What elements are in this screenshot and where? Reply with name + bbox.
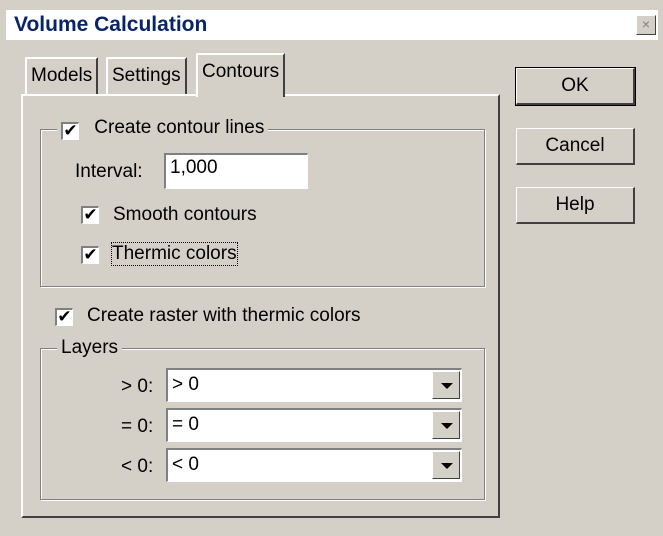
create-raster-checkbox[interactable]: ✔ bbox=[55, 308, 73, 326]
chevron-down-icon[interactable] bbox=[432, 371, 460, 399]
chevron-down-icon[interactable] bbox=[432, 451, 460, 479]
create-raster-label: Create raster with thermic colors bbox=[87, 305, 361, 326]
volume-calculation-dialog: Volume Calculation × Models Settings Con… bbox=[0, 0, 663, 536]
help-button[interactable]: Help bbox=[516, 187, 635, 224]
layer-eq-select[interactable]: = 0 bbox=[166, 408, 462, 442]
tab-contours-label: Contours bbox=[202, 61, 280, 82]
title-bar: Volume Calculation × bbox=[6, 10, 658, 40]
tab-settings[interactable]: Settings bbox=[106, 57, 187, 94]
contours-tab-panel: ✔ Create contour lines Interval: 1,000 ✔… bbox=[21, 94, 500, 518]
layer-lt-value: < 0 bbox=[172, 454, 199, 475]
smooth-contours-label: Smooth contours bbox=[113, 204, 257, 225]
tab-models[interactable]: Models bbox=[25, 57, 99, 94]
tab-contours[interactable]: Contours bbox=[196, 53, 286, 97]
layer-gt-value: > 0 bbox=[172, 374, 199, 395]
layers-legend: Layers bbox=[57, 337, 123, 359]
layer-eq-value: = 0 bbox=[172, 414, 199, 435]
layer-eq-label: = 0: bbox=[121, 416, 154, 437]
layer-lt-select[interactable]: < 0 bbox=[166, 448, 462, 482]
smooth-contours-checkbox[interactable]: ✔ bbox=[81, 206, 99, 224]
create-contour-lines-label: Create contour lines bbox=[94, 117, 265, 138]
tab-settings-label: Settings bbox=[112, 65, 181, 86]
layer-gt-label: > 0: bbox=[121, 376, 154, 397]
create-contour-lines-checkbox[interactable]: ✔ bbox=[61, 122, 79, 140]
thermic-colors-label: Thermic colors bbox=[111, 242, 238, 266]
ok-button[interactable]: OK bbox=[515, 67, 636, 106]
interval-label: Interval: bbox=[75, 161, 143, 182]
close-icon[interactable]: × bbox=[636, 15, 656, 35]
dialog-title: Volume Calculation bbox=[14, 13, 208, 36]
cancel-button[interactable]: Cancel bbox=[516, 128, 635, 165]
interval-input[interactable]: 1,000 bbox=[164, 153, 308, 189]
thermic-colors-checkbox[interactable]: ✔ bbox=[81, 246, 99, 264]
contour-lines-legend: ✔ Create contour lines bbox=[57, 117, 269, 145]
chevron-down-icon[interactable] bbox=[432, 411, 460, 439]
layer-lt-label: < 0: bbox=[121, 456, 154, 477]
tab-models-label: Models bbox=[31, 65, 93, 86]
layer-gt-select[interactable]: > 0 bbox=[166, 368, 462, 402]
